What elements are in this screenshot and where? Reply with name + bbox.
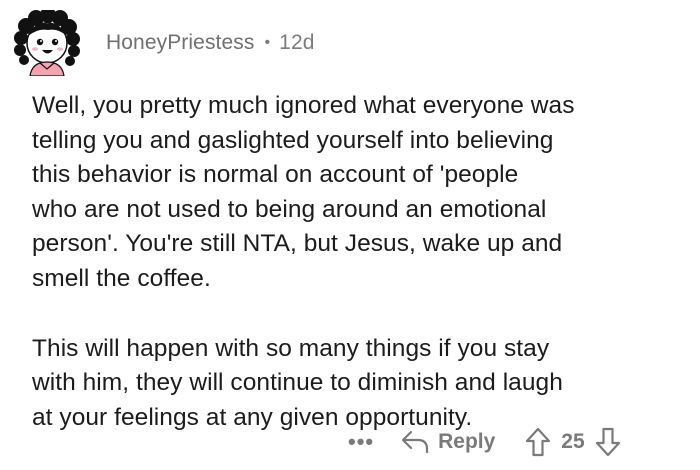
comment-age: 12d: [279, 31, 315, 54]
comment-actions: ••• Reply 25: [348, 424, 621, 460]
upvote-arrow-icon[interactable]: [525, 427, 551, 457]
comment: HoneyPriestess • 12d Well, you pretty mu…: [0, 0, 700, 470]
reply-label: Reply: [438, 430, 496, 453]
reply-button[interactable]: Reply: [400, 429, 495, 455]
comment-body: Well, you pretty much ignored what every…: [32, 89, 692, 435]
comment-meta: HoneyPriestess • 12d: [106, 31, 315, 55]
username-link[interactable]: HoneyPriestess: [106, 31, 254, 55]
downvote-arrow-icon[interactable]: [595, 427, 621, 457]
cartoon-avatar-icon[interactable]: [12, 10, 80, 76]
comment-paragraph: Well, you pretty much ignored what every…: [32, 92, 575, 292]
reply-arrow-icon: [402, 430, 429, 454]
vote-controls: 25: [525, 427, 620, 457]
comment-paragraph: This will happen with so many things if …: [32, 334, 563, 431]
vote-score: 25: [561, 430, 585, 453]
more-options-button[interactable]: •••: [348, 431, 374, 453]
meta-separator: •: [264, 34, 271, 51]
comment-header: HoneyPriestess • 12d: [12, 10, 315, 76]
